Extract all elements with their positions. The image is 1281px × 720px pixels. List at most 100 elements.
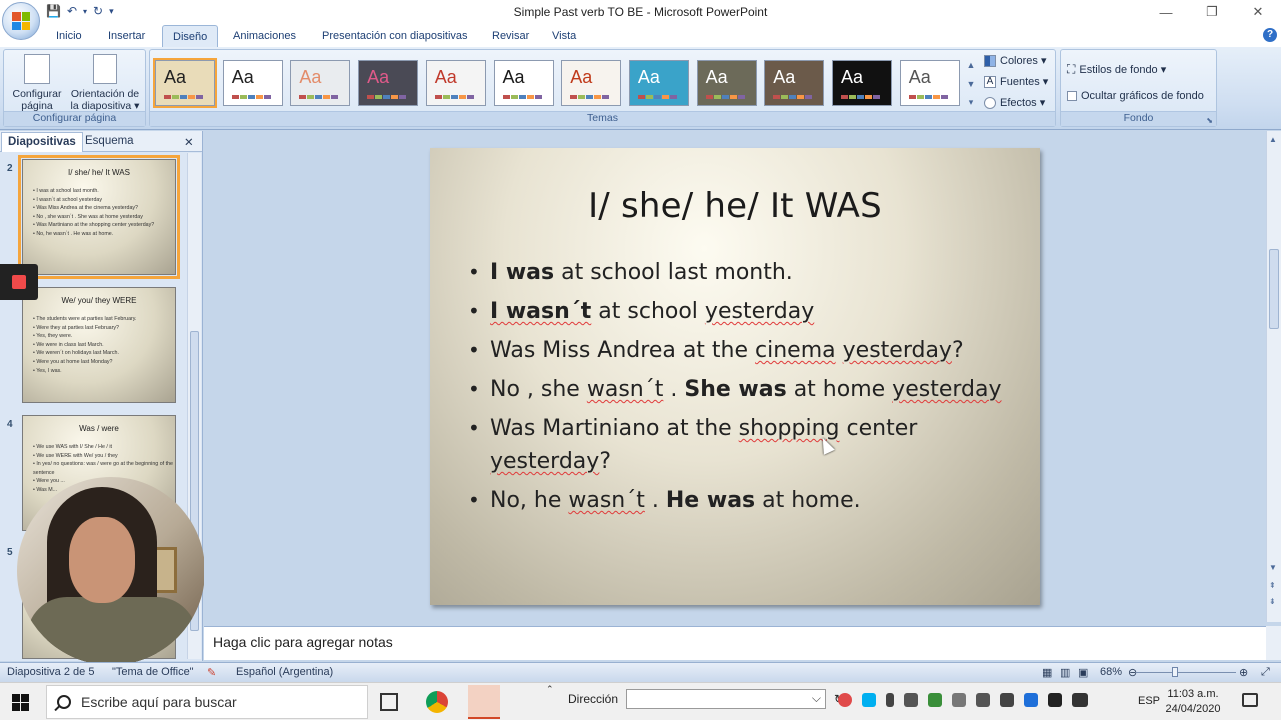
themes-scroll[interactable]: ▲ ▼ ▾ — [964, 60, 978, 108]
hide-background-checkbox[interactable] — [1067, 91, 1077, 101]
bullet-text: ? — [951, 338, 964, 363]
taskbar-search[interactable]: Escribe aquí para buscar — [46, 685, 368, 719]
theme-thumbnail[interactable]: Aa — [628, 60, 689, 106]
notes-area[interactable]: Haga clic para agregar notas — [204, 626, 1267, 660]
normal-view-icon[interactable]: ▦ — [1042, 666, 1052, 679]
task-view-icon[interactable] — [380, 693, 398, 711]
previous-slide-icon[interactable]: ⇞ — [1269, 581, 1276, 590]
volume-icon[interactable] — [1000, 693, 1014, 707]
chrome-icon[interactable] — [426, 691, 448, 713]
slide-bullet-list[interactable]: I was at school last month. I wasn´t at s… — [468, 256, 1028, 523]
tab-outline[interactable]: Esquema — [85, 135, 134, 147]
slide-bullet[interactable]: I was at school last month. — [468, 256, 1028, 289]
slide-sorter-icon[interactable]: ▥ — [1060, 666, 1070, 679]
bullet-text: yesterday — [490, 449, 600, 474]
current-slide[interactable]: I/ she/ he/ It WAS I was at school last … — [430, 148, 1040, 605]
theme-thumbnail[interactable]: Aa — [696, 60, 757, 106]
slide-thumbnail[interactable]: I/ she/ he/ It WAS I was at school last m… — [18, 155, 180, 279]
microphone-icon[interactable] — [886, 693, 894, 707]
theme-thumbnail[interactable]: Aa — [561, 60, 622, 106]
system-clock[interactable]: 11:03 a.m. 24/04/2020 — [1158, 687, 1228, 717]
slide-title[interactable]: I/ she/ he/ It WAS — [430, 186, 1040, 226]
theme-thumbnail[interactable]: Aa — [764, 60, 825, 106]
colors-button[interactable]: Colores ▾ — [984, 54, 1046, 67]
zoom-slider-knob[interactable] — [1172, 667, 1178, 677]
theme-thumbnail[interactable]: Aa — [425, 60, 486, 106]
theme-thumbnail[interactable]: Aa — [493, 60, 554, 106]
windows-start-icon[interactable] — [12, 694, 29, 711]
tab-presentacion[interactable]: Presentación con diapositivas — [322, 30, 468, 42]
tab-vista[interactable]: Vista — [552, 30, 576, 42]
theme-thumbnail[interactable]: Aa — [153, 58, 217, 108]
scroll-down-icon[interactable]: ▼ — [1269, 563, 1277, 572]
notes-scrollbar[interactable] — [1266, 626, 1281, 660]
theme-color-swatches — [502, 95, 542, 99]
hide-background-graphics[interactable]: Ocultar gráficos de fondo — [1067, 90, 1204, 102]
theme-thumbnail[interactable]: Aa — [358, 60, 419, 106]
display-icon[interactable] — [1024, 693, 1038, 707]
office-button[interactable] — [2, 2, 40, 40]
themes-down-icon[interactable]: ▼ — [964, 79, 978, 89]
dialog-launcher-icon[interactable]: ⬊ — [1206, 116, 1213, 125]
wireless-icon[interactable] — [1072, 693, 1088, 707]
tab-revisar[interactable]: Revisar — [492, 30, 529, 42]
close-pane-icon[interactable]: ✕ — [184, 135, 194, 149]
network-icon[interactable] — [976, 693, 990, 707]
toolbar-expand-icon[interactable]: ⌃ — [546, 684, 554, 695]
input-language[interactable]: ESP — [1138, 695, 1160, 707]
bullet-text: No , she — [490, 377, 587, 402]
close-button[interactable]: ✕ — [1235, 0, 1281, 24]
notification-center-icon[interactable] — [1242, 693, 1258, 707]
record-stop-icon — [12, 275, 26, 289]
zoom-level[interactable]: 68% — [1100, 666, 1122, 678]
page-setup-button[interactable]: Configurar página — [8, 54, 66, 112]
spellcheck-icon[interactable]: ✎ — [207, 666, 216, 679]
slide-bullet[interactable]: I wasn´t at school yesterday — [468, 295, 1028, 328]
tab-inicio[interactable]: Inicio — [56, 30, 82, 42]
slide-scrollbar[interactable]: ▲ ▼ ⇞ ⇟ — [1266, 131, 1281, 622]
next-slide-icon[interactable]: ⇟ — [1269, 597, 1276, 606]
webcam-tray-icon[interactable] — [904, 693, 918, 707]
background-styles-button[interactable]: ⛶ Estilos de fondo ▾ — [1067, 62, 1166, 77]
theme-thumbnail[interactable]: Aa — [899, 60, 960, 106]
themes-more-icon[interactable]: ▾ — [964, 97, 978, 108]
minimize-button[interactable]: — — [1143, 0, 1189, 24]
fonts-button[interactable]: A Fuentes ▾ — [984, 75, 1048, 88]
slide-bullet[interactable]: Was Miss Andrea at the cinema yesterday? — [468, 334, 1028, 367]
app-tray-icon[interactable] — [1048, 693, 1062, 707]
effects-button[interactable]: Efectos ▾ — [984, 96, 1045, 109]
slide-bullet[interactable]: No, he wasn´t . He was at home. — [468, 484, 1028, 517]
bold-text: I wasn´t — [490, 299, 592, 324]
theme-thumbnail[interactable]: Aa — [832, 60, 892, 106]
tab-insertar[interactable]: Insertar — [108, 30, 145, 42]
search-placeholder: Escribe aquí para buscar — [81, 694, 237, 710]
slide-thumbnail[interactable]: We/ you/ they WERE The students were at p… — [22, 287, 176, 403]
record-button[interactable] — [0, 264, 38, 300]
tab-diseno[interactable]: Diseño — [162, 25, 219, 48]
status-language[interactable]: Español (Argentina) — [236, 666, 333, 678]
theme-thumbnail[interactable]: Aa — [290, 60, 351, 106]
slide-scroll-thumb[interactable] — [1269, 249, 1279, 329]
help-icon[interactable]: ? — [1263, 28, 1277, 42]
skype-icon[interactable] — [862, 693, 876, 707]
theme-thumbnail[interactable]: Aa — [222, 60, 283, 106]
tab-slides[interactable]: Diapositivas — [1, 132, 83, 152]
themes-up-icon[interactable]: ▲ — [964, 60, 978, 70]
powerpoint-taskbar-button[interactable] — [468, 685, 500, 719]
scroll-up-icon[interactable]: ▲ — [1269, 135, 1277, 144]
theme-color-swatches — [570, 95, 610, 99]
fit-to-window-icon[interactable]: ⤢ — [1261, 666, 1270, 679]
maximize-button[interactable]: ❐ — [1189, 0, 1235, 24]
security-icon[interactable] — [928, 693, 942, 707]
address-input[interactable] — [626, 689, 827, 709]
tab-animaciones[interactable]: Animaciones — [233, 30, 296, 42]
slide-orientation-button[interactable]: Orientación de la diapositiva ▾ — [64, 54, 146, 112]
record-tray-icon[interactable] — [838, 693, 852, 707]
wifi-off-icon[interactable] — [952, 693, 966, 707]
zoom-in-icon[interactable]: ⊕ — [1239, 666, 1248, 679]
slideshow-view-icon[interactable]: ▣ — [1078, 666, 1088, 679]
slide-bullet[interactable]: No , she wasn´t . She was at home yester… — [468, 373, 1028, 406]
bullet-text: yesterday — [842, 338, 952, 363]
zoom-slider[interactable] — [1136, 672, 1236, 673]
slide-bullet[interactable]: Was Martiniano at the shopping center ye… — [468, 412, 1028, 478]
